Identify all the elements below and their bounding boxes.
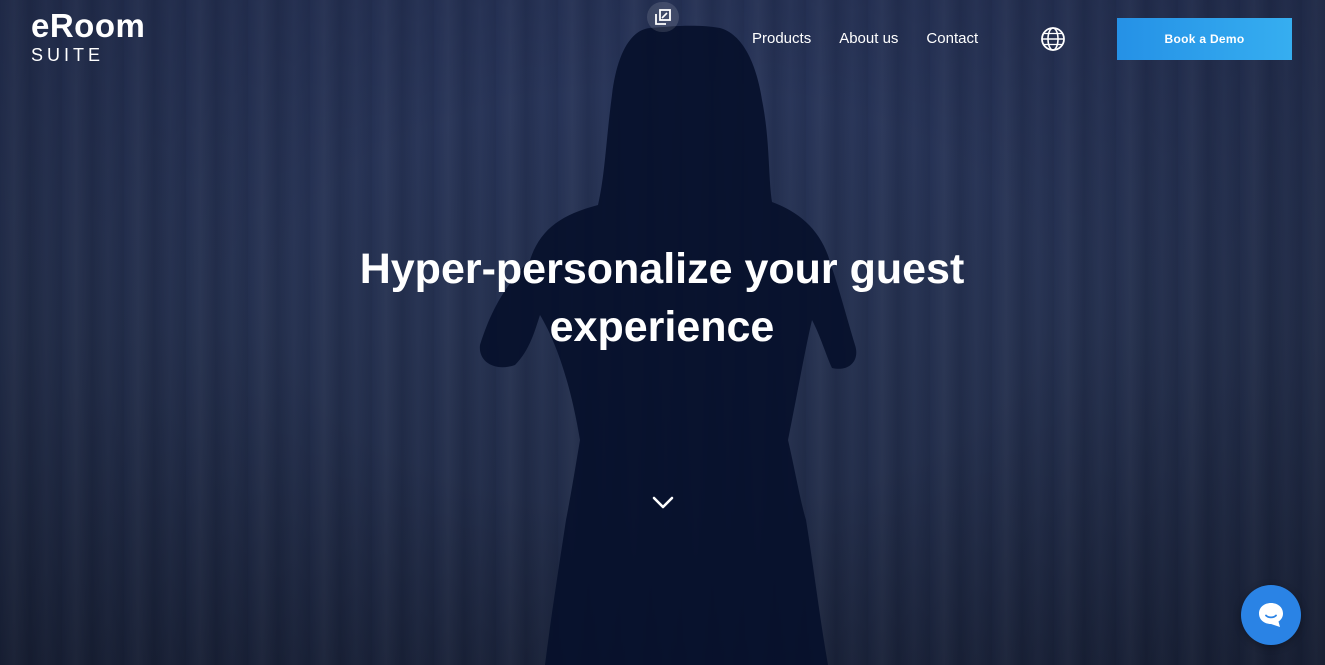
chat-bubble-icon (1259, 603, 1283, 627)
nav-contact[interactable]: Contact (926, 28, 978, 50)
logo-wordmark: eRoom (31, 7, 146, 44)
hero-headline: Hyper-personalize your guest experience (312, 240, 1012, 356)
nav-about-us[interactable]: About us (839, 28, 898, 50)
hero-headline-line-1: Hyper-personalize your guest (359, 245, 965, 293)
chat-button[interactable] (1241, 585, 1301, 645)
nav-products[interactable]: Products (752, 28, 811, 50)
book-demo-button[interactable]: Book a Demo (1117, 18, 1292, 60)
logo-link[interactable]: eRoom SUITE (31, 7, 146, 66)
hero-section: eRoom SUITE Products About us Contact Bo… (0, 0, 1325, 665)
globe-icon[interactable] (1040, 26, 1066, 52)
logo-subtitle: SUITE (31, 45, 105, 65)
main-navigation: Products About us Contact (752, 28, 978, 50)
chevron-down-icon[interactable] (650, 491, 676, 515)
gallery-icon-glyph (655, 9, 671, 25)
gallery-icon[interactable] (647, 2, 679, 32)
hero-headline-line-2: experience (549, 303, 775, 351)
